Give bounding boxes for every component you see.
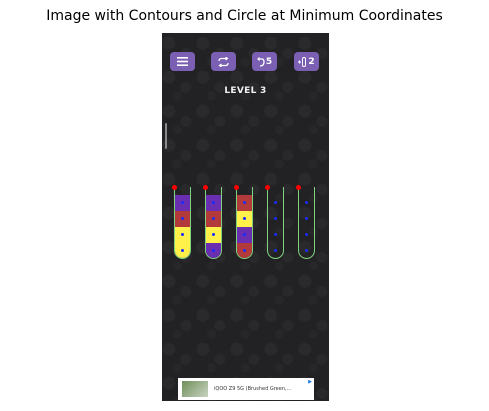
ad-choices-icon[interactable]: ▶ [308,379,312,385]
undo-arrow-icon [257,56,265,67]
hamburger-menu-icon [177,57,188,66]
contour-point [181,233,184,236]
min-coordinate-circle [265,185,270,190]
restart-arrows-icon [218,56,229,67]
contour-point [305,249,308,252]
contour-point [212,233,215,236]
min-coordinate-circle [172,185,177,190]
contour-point [274,249,277,252]
min-coordinate-circle [234,185,239,190]
contour-point [181,217,184,220]
add-tube-button[interactable]: 2 [294,52,319,71]
contour-point [181,249,184,252]
restart-button[interactable] [211,52,236,71]
contour-point [243,233,246,236]
contour-point [274,201,277,204]
contour-point [305,217,308,220]
contour-point [181,201,184,204]
contour-point [305,233,308,236]
contour-point [212,201,215,204]
contour-point [274,233,277,236]
undo-count: 5 [265,56,273,67]
contour-point [305,201,308,204]
ad-text: iQOO Z9 5G (Brushed Green,... [214,386,292,392]
contour-point [243,249,246,252]
test-tube-3[interactable] [236,187,253,259]
side-handle[interactable] [165,123,167,149]
contour-point [243,201,246,204]
min-coordinate-circle [296,185,301,190]
game-screen: 5 2 LEVEL 3 iQOO Z9 5G (Brushed Green,..… [162,33,329,401]
ad-product-image [182,381,208,397]
contour-point [274,217,277,220]
test-tube-5[interactable] [298,187,315,259]
test-tube-2[interactable] [205,187,222,259]
figure-title: Image with Contours and Circle at Minimu… [46,8,443,24]
ad-banner[interactable]: iQOO Z9 5G (Brushed Green,... ▶ [178,378,314,400]
min-coordinate-circle [203,185,208,190]
contour-point [243,217,246,220]
add-tube-count: 2 [308,56,315,67]
menu-button[interactable] [170,52,195,71]
test-tube-4[interactable] [267,187,284,259]
contour-point [212,217,215,220]
undo-button[interactable]: 5 [252,52,277,71]
test-tube-1[interactable] [174,187,191,259]
level-label: LEVEL 3 [224,86,267,96]
contour-point [212,249,215,252]
add-tube-icon [298,56,307,67]
